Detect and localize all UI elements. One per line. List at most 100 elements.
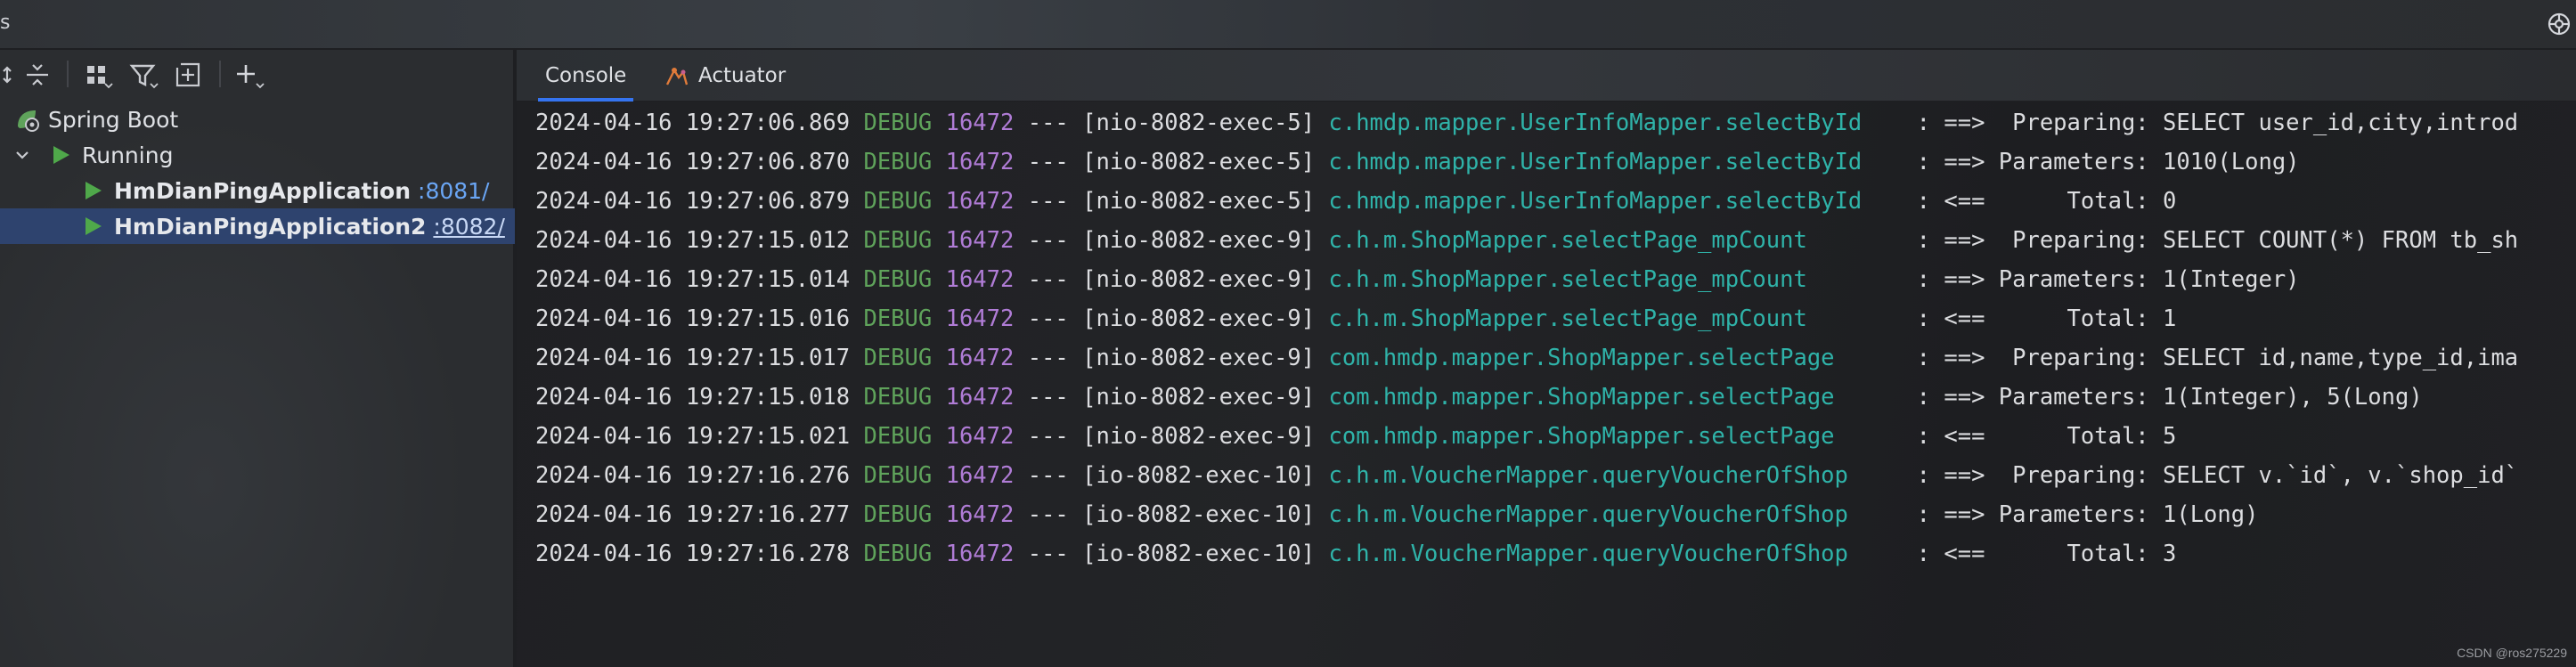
log-separator: --- [1027, 501, 1069, 528]
app-port-link[interactable]: :8081/ [418, 178, 489, 204]
log-level: DEBUG [863, 541, 933, 567]
log-separator: --- [1027, 266, 1069, 293]
log-message: : ==> Preparing: SELECT id,name,type_id,… [1916, 345, 2519, 371]
tab-console[interactable]: Console [538, 50, 634, 102]
log-timestamp: 2024-04-16 19:27:16.277 [535, 501, 851, 528]
log-timestamp: 2024-04-16 19:27:15.014 [535, 266, 851, 293]
run-icon [82, 216, 103, 237]
console-line: 2024-04-16 19:27:06.870 DEBUG 16472 --- … [535, 142, 2300, 182]
log-thread: [io-8082-exec-10] [1082, 541, 1316, 567]
console-line: 2024-04-16 19:27:16.278 DEBUG 16472 --- … [535, 534, 2176, 573]
log-message: : ==> Parameters: 1010(Long) [1916, 149, 2300, 175]
window-title: s [0, 12, 11, 34]
console-output[interactable]: 2024-04-16 19:27:06.869 DEBUG 16472 --- … [517, 103, 2576, 667]
log-logger: com.hmdp.mapper.ShopMapper.selectPage [1328, 345, 1903, 371]
log-level: DEBUG [863, 345, 933, 371]
app-name: HmDianPingApplication2 [114, 213, 427, 240]
toolbar-separator [219, 61, 221, 87]
log-pid: 16472 [945, 345, 1015, 371]
log-separator: --- [1027, 305, 1069, 332]
settings-cog-icon[interactable] [2546, 11, 2572, 37]
log-logger: com.hmdp.mapper.ShopMapper.selectPage [1328, 384, 1903, 411]
log-level: DEBUG [863, 188, 933, 215]
tab-actuator[interactable]: Actuator [657, 50, 793, 102]
chevron-down-icon[interactable] [12, 145, 32, 165]
console-line: 2024-04-16 19:27:16.276 DEBUG 16472 --- … [535, 456, 2518, 495]
log-logger: c.hmdp.mapper.UserInfoMapper.selectById [1328, 188, 1903, 215]
console-line: 2024-04-16 19:27:06.869 DEBUG 16472 --- … [535, 103, 2518, 142]
log-message: : ==> Parameters: 1(Integer) [1916, 266, 2300, 293]
log-level: DEBUG [863, 462, 933, 489]
log-separator: --- [1027, 149, 1069, 175]
collapse-all-icon[interactable] [21, 59, 53, 91]
log-message: : <== Total: 1 [1916, 305, 2177, 332]
log-logger: c.h.m.ShopMapper.selectPage_mpCount [1328, 305, 1903, 332]
log-timestamp: 2024-04-16 19:27:16.276 [535, 462, 851, 489]
tab-label: Console [545, 64, 627, 87]
log-logger: c.h.m.VoucherMapper.queryVoucherOfShop [1328, 541, 1903, 567]
log-thread: [io-8082-exec-10] [1082, 462, 1316, 489]
console-line: 2024-04-16 19:27:15.021 DEBUG 16472 --- … [535, 417, 2176, 456]
log-message: : <== Total: 0 [1916, 188, 2177, 215]
log-level: DEBUG [863, 266, 933, 293]
log-message: : ==> Parameters: 1(Integer), 5(Long) [1916, 384, 2423, 411]
tree-item-app-8082[interactable]: HmDianPingApplication2 :8082/ [0, 208, 515, 244]
new-tab-icon[interactable] [172, 59, 204, 91]
log-message: : ==> Preparing: SELECT v.`id`, v.`shop_… [1916, 462, 2519, 489]
log-thread: [nio-8082-exec-9] [1082, 423, 1316, 450]
tree-item-spring-boot[interactable]: Spring Boot [0, 102, 515, 137]
log-logger: c.h.m.VoucherMapper.queryVoucherOfShop [1328, 501, 1903, 528]
log-separator: --- [1027, 345, 1069, 371]
log-message: : <== Total: 3 [1916, 541, 2177, 567]
console-line: 2024-04-16 19:27:15.017 DEBUG 16472 --- … [535, 338, 2518, 378]
log-pid: 16472 [945, 266, 1015, 293]
log-separator: --- [1027, 188, 1069, 215]
watermark: CSDN @ros275229 [2457, 646, 2567, 660]
log-thread: [nio-8082-exec-9] [1082, 227, 1316, 254]
log-timestamp: 2024-04-16 19:27:06.879 [535, 188, 851, 215]
app-name: HmDianPingApplication [114, 177, 412, 204]
log-thread: [nio-8082-exec-5] [1082, 188, 1316, 215]
app-port-link[interactable]: :8082/ [433, 214, 504, 240]
log-pid: 16472 [945, 188, 1015, 215]
log-timestamp: 2024-04-16 19:27:15.016 [535, 305, 851, 332]
expand-all-icon[interactable] [0, 59, 16, 91]
tree-root-label: Spring Boot [48, 106, 179, 133]
log-message: : ==> Preparing: SELECT user_id,city,int… [1916, 110, 2519, 136]
log-timestamp: 2024-04-16 19:27:16.278 [535, 541, 851, 567]
log-separator: --- [1027, 541, 1069, 567]
title-bar: s [0, 0, 2576, 49]
log-thread: [io-8082-exec-10] [1082, 501, 1316, 528]
log-message: : ==> Parameters: 1(Long) [1916, 501, 2259, 528]
log-timestamp: 2024-04-16 19:27:15.017 [535, 345, 851, 371]
log-level: DEBUG [863, 501, 933, 528]
console-line: 2024-04-16 19:27:15.014 DEBUG 16472 --- … [535, 260, 2300, 299]
log-pid: 16472 [945, 149, 1015, 175]
log-pid: 16472 [945, 501, 1015, 528]
log-level: DEBUG [863, 423, 933, 450]
actuator-icon [664, 63, 689, 88]
log-message: : <== Total: 5 [1916, 423, 2177, 450]
log-level: DEBUG [863, 110, 933, 136]
log-pid: 16472 [945, 423, 1015, 450]
tree-item-app-8081[interactable]: HmDianPingApplication :8081/ [0, 173, 515, 208]
log-pid: 16472 [945, 227, 1015, 254]
console-line: 2024-04-16 19:27:15.016 DEBUG 16472 --- … [535, 299, 2176, 338]
add-icon[interactable] [233, 59, 265, 91]
console-line: 2024-04-16 19:27:15.012 DEBUG 16472 --- … [535, 221, 2518, 260]
log-thread: [nio-8082-exec-5] [1082, 149, 1316, 175]
filter-icon[interactable] [127, 59, 159, 91]
log-thread: [nio-8082-exec-9] [1082, 305, 1316, 332]
log-level: DEBUG [863, 305, 933, 332]
log-separator: --- [1027, 462, 1069, 489]
tree-item-running[interactable]: Running [0, 137, 515, 173]
console-panel: Console Actuator 2024-04-16 19:27:06.869… [517, 50, 2576, 667]
group-by-icon[interactable] [82, 59, 114, 91]
log-level: DEBUG [863, 149, 933, 175]
tree-group-label: Running [82, 142, 174, 168]
tab-label: Actuator [698, 64, 787, 87]
log-thread: [nio-8082-exec-9] [1082, 384, 1316, 411]
log-pid: 16472 [945, 541, 1015, 567]
console-line: 2024-04-16 19:27:16.277 DEBUG 16472 --- … [535, 495, 2258, 534]
log-thread: [nio-8082-exec-9] [1082, 345, 1316, 371]
